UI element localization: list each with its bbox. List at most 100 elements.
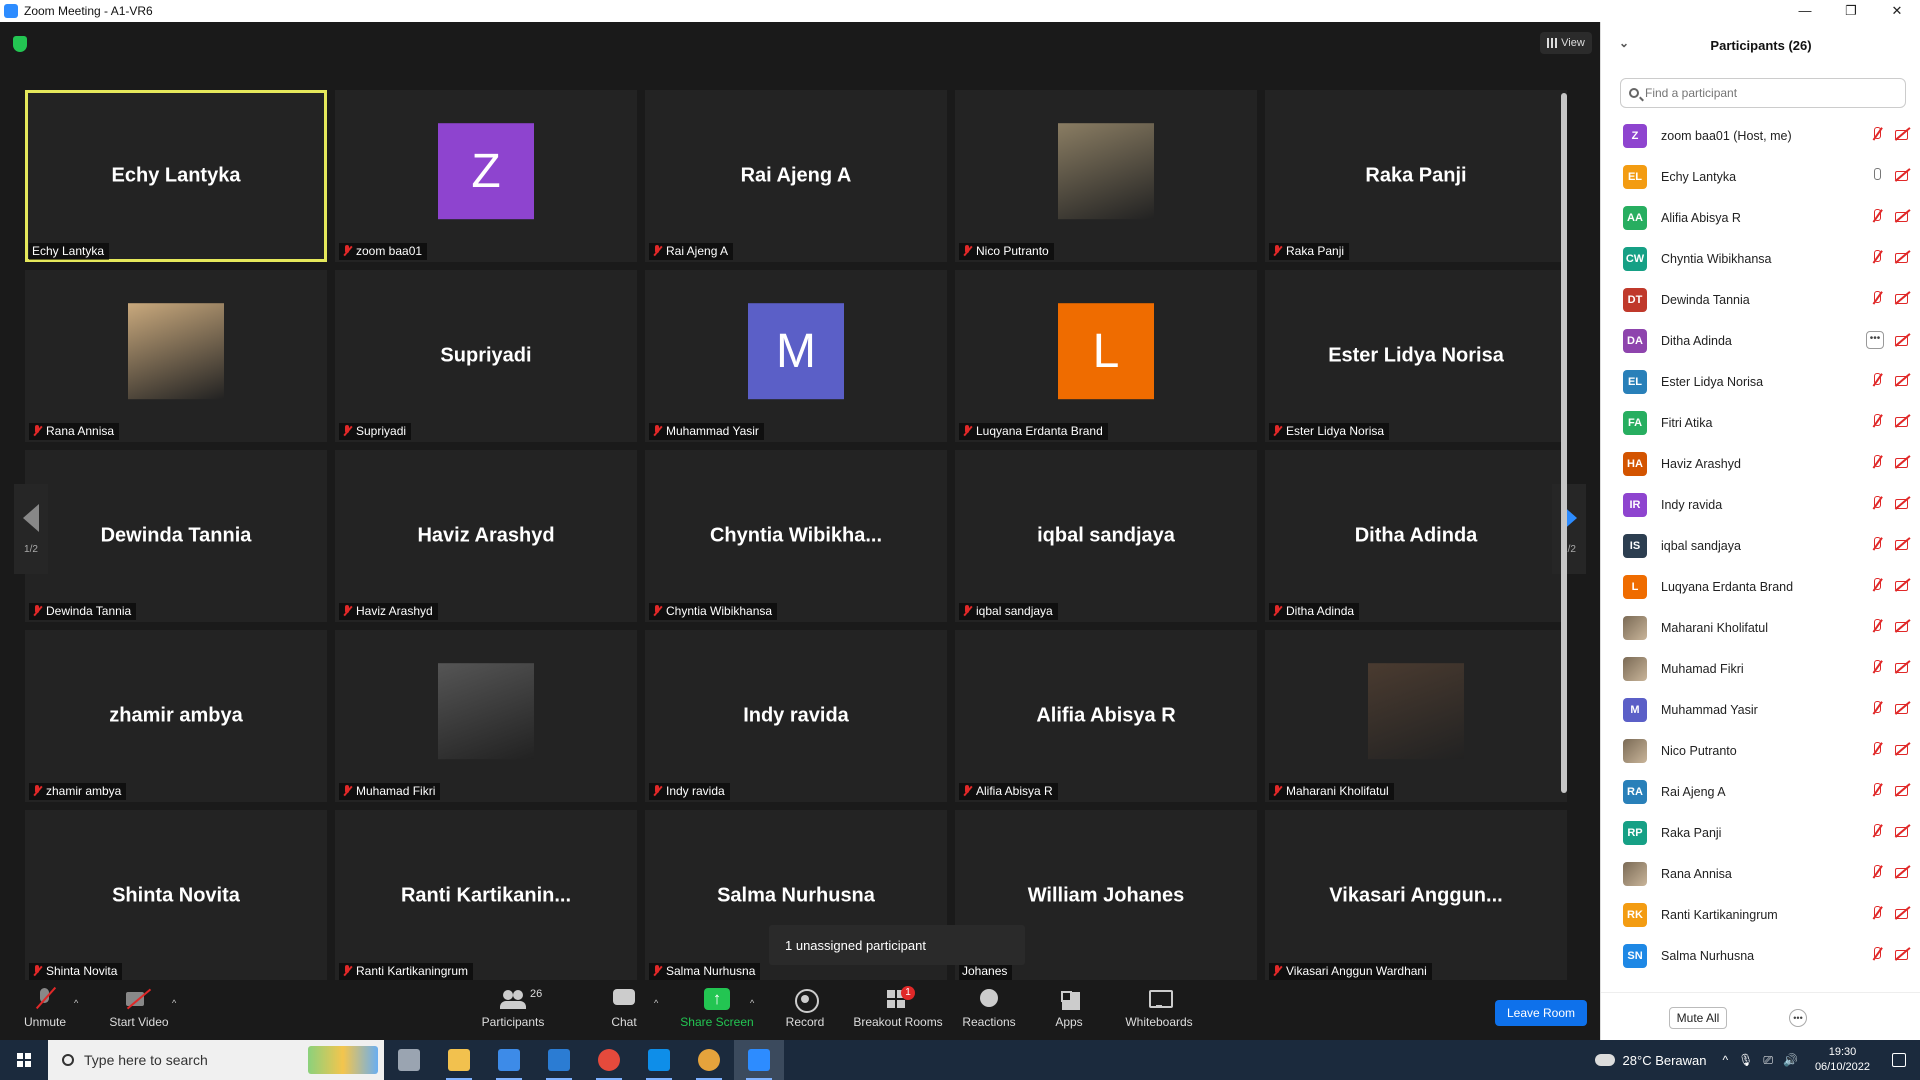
participant-row[interactable]: Rana Annisa (1601, 853, 1911, 894)
search-highlight-image (308, 1046, 378, 1074)
next-page-button[interactable]: 1/2 (1552, 484, 1586, 574)
participant-row[interactable]: FA Fitri Atika (1601, 402, 1911, 443)
whiteboards-button[interactable]: Whiteboards (1114, 988, 1204, 1029)
chat-options-caret-icon[interactable]: ^ (654, 998, 658, 1008)
maximize-button[interactable]: ❐ (1828, 0, 1874, 22)
more-options-icon[interactable]: ••• (1789, 1009, 1807, 1027)
participant-row[interactable]: M Muhammad Yasir (1601, 689, 1911, 730)
video-tile[interactable]: Rana Annisa (25, 270, 327, 442)
participant-more-icon[interactable]: ••• (1866, 331, 1884, 349)
leave-room-button[interactable]: Leave Room (1495, 1000, 1587, 1026)
participant-row[interactable]: AA Alifia Abisya R (1601, 197, 1911, 238)
chrome-icon[interactable] (584, 1040, 634, 1080)
participant-search[interactable] (1620, 78, 1906, 108)
tile-caption-text: zhamir ambya (46, 784, 122, 798)
tile-display-name: zhamir ambya (109, 704, 243, 727)
video-tile[interactable]: Zzoom baa01 (335, 90, 637, 262)
participant-row[interactable]: Zzoom baa01 (Host, me) (1601, 115, 1911, 156)
breakout-badge: 1 (901, 986, 915, 1000)
video-tile[interactable]: Alifia Abisya R Alifia Abisya R (955, 630, 1257, 802)
video-tile[interactable]: Dewinda Tannia Dewinda Tannia (25, 450, 327, 622)
participant-row[interactable]: SN Salma Nurhusna (1601, 935, 1911, 976)
participant-row[interactable]: L Luqyana Erdanta Brand (1601, 566, 1911, 607)
mute-all-button[interactable]: Mute All (1669, 1007, 1727, 1029)
record-button[interactable]: Record (760, 988, 850, 1029)
unassigned-participant-popup[interactable]: 1 unassigned participant (769, 925, 1025, 965)
reactions-button[interactable]: Reactions (944, 988, 1034, 1029)
taskbar-search[interactable]: Type here to search (48, 1040, 384, 1080)
video-tile[interactable]: Raka Panji Raka Panji (1265, 90, 1567, 262)
share-screen-button[interactable]: Share Screen (672, 988, 762, 1029)
clock[interactable]: 19:30 06/10/2022 (1815, 1045, 1870, 1075)
zoom-icon[interactable] (734, 1040, 784, 1080)
participant-row[interactable]: IR Indy ravida (1601, 484, 1911, 525)
participant-search-input[interactable] (1645, 86, 1885, 100)
breakout-rooms-button[interactable]: 1 Breakout Rooms (853, 986, 943, 1029)
audio-options-caret-icon[interactable]: ^ (74, 998, 78, 1008)
store-icon[interactable] (484, 1040, 534, 1080)
participant-row[interactable]: EL Echy Lantyka (1601, 156, 1911, 197)
tile-display-name: Raka Panji (1365, 164, 1467, 187)
participant-row[interactable]: DA Ditha Adinda ••• (1601, 320, 1911, 361)
network-icon[interactable]: ⎚ (1763, 1053, 1773, 1068)
participant-row[interactable]: RK Ranti Kartikaningrum (1601, 894, 1911, 935)
apps-button[interactable]: Apps (1024, 988, 1114, 1029)
whiteboards-label: Whiteboards (1125, 1015, 1193, 1029)
video-tile[interactable]: Ranti Kartikanin... Ranti Kartikaningrum (335, 810, 637, 982)
video-tile[interactable]: iqbal sandjaya iqbal sandjaya (955, 450, 1257, 622)
previous-page-button[interactable]: 1/2 (14, 484, 48, 574)
video-tile[interactable]: zhamir ambya zhamir ambya (25, 630, 327, 802)
file-explorer-icon[interactable] (434, 1040, 484, 1080)
teamviewer-icon[interactable] (634, 1040, 684, 1080)
participant-row[interactable]: HA Haviz Arashyd (1601, 443, 1911, 484)
video-tile[interactable]: Maharani Kholifatul (1265, 630, 1567, 802)
video-tile[interactable]: Muhamad Fikri (335, 630, 637, 802)
video-tile[interactable]: M Muhammad Yasir (645, 270, 947, 442)
encryption-shield-icon[interactable] (13, 36, 27, 52)
video-tile[interactable]: Rai Ajeng A Rai Ajeng A (645, 90, 947, 262)
participants-button[interactable]: 26 Participants (468, 988, 558, 1029)
video-tile[interactable]: Nico Putranto (955, 90, 1257, 262)
chrome-profile-icon[interactable] (684, 1040, 734, 1080)
mic-muted-icon (1870, 946, 1884, 962)
video-tile[interactable]: Shinta Novita Shinta Novita (25, 810, 327, 982)
share-options-caret-icon[interactable]: ^ (750, 998, 754, 1008)
weather-text[interactable]: 28°C Berawan (1623, 1053, 1707, 1068)
participant-row[interactable]: RP Raka Panji (1601, 812, 1911, 853)
video-tile[interactable]: Indy ravida Indy ravida (645, 630, 947, 802)
view-button[interactable]: View (1540, 32, 1592, 54)
video-tile[interactable]: Echy Lantyka Echy Lantyka (25, 90, 327, 262)
video-options-caret-icon[interactable]: ^ (172, 998, 176, 1008)
task-view-icon[interactable] (384, 1040, 434, 1080)
participant-list-scrollbar[interactable] (1561, 93, 1567, 793)
participant-row[interactable]: Maharani Kholifatul (1601, 607, 1911, 648)
tray-overflow-chevron-icon[interactable]: ^ (1723, 1053, 1729, 1067)
participant-row[interactable]: EL Ester Lidya Norisa (1601, 361, 1911, 402)
notifications-icon[interactable] (1892, 1053, 1906, 1067)
unmute-button[interactable]: Unmute (0, 988, 90, 1029)
mail-icon[interactable] (534, 1040, 584, 1080)
video-tile[interactable]: L Luqyana Erdanta Brand (955, 270, 1257, 442)
participant-row[interactable]: Nico Putranto (1601, 730, 1911, 771)
chat-button[interactable]: Chat (579, 988, 669, 1029)
microphone-icon[interactable]: 🎙 (1738, 1053, 1753, 1067)
volume-icon[interactable]: 🔊 (1783, 1053, 1798, 1067)
participant-row[interactable]: DT Dewinda Tannia (1601, 279, 1911, 320)
video-tile[interactable]: Haviz Arashyd Haviz Arashyd (335, 450, 637, 622)
video-tile[interactable]: Vikasari Anggun... Vikasari Anggun Wardha… (1265, 810, 1567, 982)
participant-row[interactable]: Muhamad Fikri (1601, 648, 1911, 689)
windows-start-icon[interactable] (0, 1040, 48, 1080)
video-tile[interactable]: Ditha Adinda Ditha Adinda (1265, 450, 1567, 622)
participants-panel-footer: Mute All ••• (1601, 992, 1920, 1040)
participant-avatar: Z (1623, 123, 1647, 148)
participant-row[interactable]: IS iqbal sandjaya (1601, 525, 1911, 566)
minimize-button[interactable]: — (1782, 0, 1828, 22)
start-video-button[interactable]: Start Video (94, 988, 184, 1029)
close-button[interactable]: ✕ (1874, 0, 1920, 22)
video-tile[interactable]: Supriyadi Supriyadi (335, 270, 637, 442)
participant-row[interactable]: RA Rai Ajeng A (1601, 771, 1911, 812)
participant-row[interactable]: CW Chyntia Wibikhansa (1601, 238, 1911, 279)
video-tile[interactable]: Chyntia Wibikha... Chyntia Wibikhansa (645, 450, 947, 622)
collapse-panel-chevron-icon[interactable]: ⌄ (1619, 36, 1629, 50)
video-tile[interactable]: Ester Lidya Norisa Ester Lidya Norisa (1265, 270, 1567, 442)
